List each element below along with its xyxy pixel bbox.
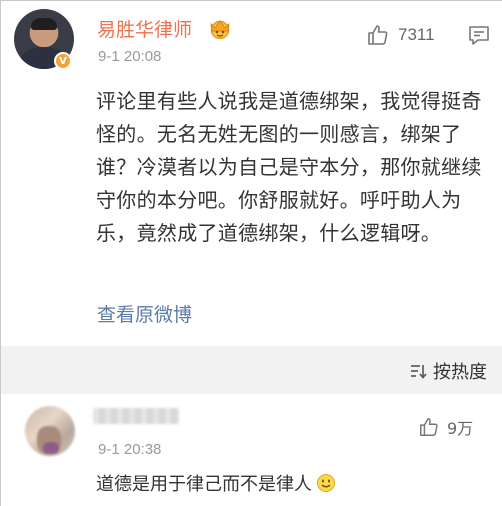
comment-time: 9-1 20:38: [98, 441, 162, 458]
sort-by-hot-button[interactable]: 按热度: [409, 358, 487, 384]
smile-emoji-icon: [317, 474, 335, 492]
comment-text: 道德是用于律己而不是律人: [96, 474, 312, 495]
comment-body: 道德是用于律己而不是律人: [96, 470, 336, 496]
post-body-text: 评论里有些人说我是道德绑架，我觉得挺奇怪的。无名无姓无图的一则感言，绑架了谁？冷…: [96, 89, 482, 245]
author-username[interactable]: 易胜华律师: [97, 15, 192, 42]
avatar-figure-detail: [43, 442, 59, 454]
avatar-hair: [31, 18, 57, 30]
weibo-post: V 易胜华律师 9-1 20:08 7311 评论里有些人说我是道德绑架，我觉得…: [1, 1, 502, 346]
comment-item: 9-1 20:38 9万 道德是用于律己而不是律人: [1, 394, 502, 506]
post-like-count: 7311: [398, 25, 435, 44]
verified-badge-icon: V: [54, 52, 72, 70]
thumbs-up-icon: [368, 25, 388, 45]
post-like-button[interactable]: 7311: [366, 23, 435, 47]
app-frame: V 易胜华律师 9-1 20:08 7311 评论里有些人说我是道德绑架，我觉得…: [0, 0, 502, 506]
view-original-link[interactable]: 查看原微博: [97, 300, 192, 327]
comment-like-button[interactable]: 9万: [418, 415, 473, 439]
commenter-username-blurred[interactable]: [93, 408, 179, 424]
thumbs-up-icon: [420, 418, 438, 436]
crown-badge-icon: [210, 20, 230, 39]
commenter-avatar[interactable]: [25, 406, 75, 456]
comment-like-count: 9万: [447, 419, 474, 438]
sort-icon: [411, 365, 427, 379]
comments-header-band: 按热度: [1, 346, 502, 394]
comment-icon[interactable]: [467, 23, 491, 47]
sort-label: 按热度: [433, 362, 487, 383]
post-time: 9-1 20:08: [98, 48, 162, 65]
